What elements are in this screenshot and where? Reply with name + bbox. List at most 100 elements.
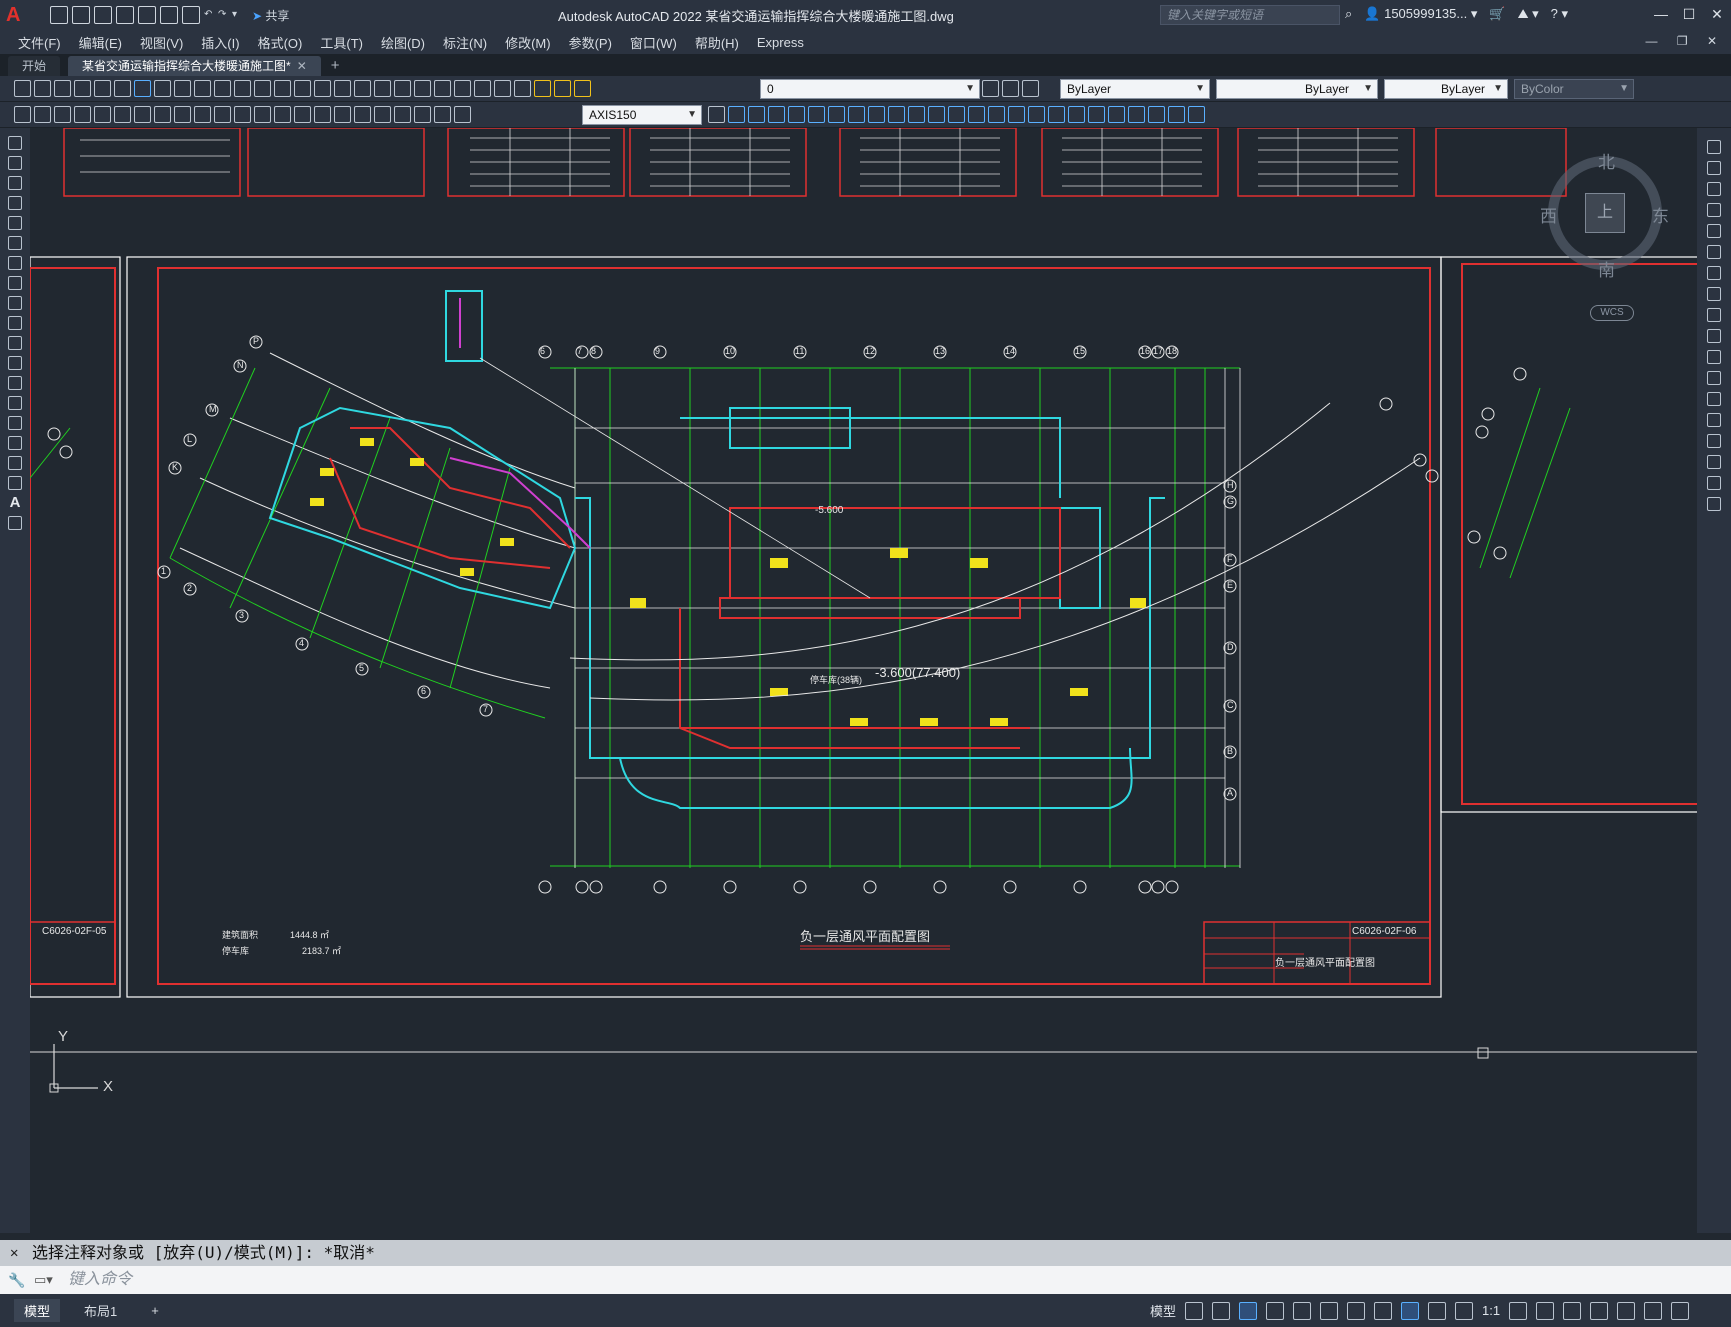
compass-south[interactable]: 南 [1598, 256, 1615, 281]
ucs-z-icon[interactable] [948, 106, 965, 123]
ucs-world-icon[interactable] [748, 106, 765, 123]
spline-icon[interactable] [8, 296, 22, 310]
pan-icon[interactable] [294, 80, 311, 97]
annotation-visibility-icon[interactable] [1455, 1301, 1474, 1320]
gradient-icon[interactable] [8, 436, 22, 450]
save-as-icon[interactable] [116, 6, 134, 24]
save-icon[interactable] [94, 6, 112, 24]
layer-previous-icon[interactable] [1002, 80, 1019, 97]
circle-icon[interactable] [8, 256, 22, 270]
trim-icon[interactable] [1707, 329, 1721, 343]
maximize-icon[interactable]: ☐ [1675, 0, 1703, 28]
menu-item[interactable]: 工具(T) [320, 33, 363, 52]
annotation-monitor-icon[interactable] [1536, 1301, 1555, 1320]
copy-object-icon[interactable] [1707, 161, 1721, 175]
menu-item[interactable]: 格式(O) [258, 33, 303, 52]
stretch-icon[interactable] [1707, 308, 1721, 322]
zoom-realtime-icon[interactable] [314, 80, 331, 97]
view-nw-iso-icon[interactable] [1168, 106, 1185, 123]
autocad-logo-icon[interactable]: A [6, 3, 30, 27]
menu-item[interactable]: 插入(I) [201, 33, 239, 52]
tab-layout1[interactable]: 布局1 [74, 1299, 127, 1322]
undo-icon[interactable] [254, 80, 271, 97]
wcs-menu[interactable]: WCS [1590, 305, 1634, 321]
match-properties-icon[interactable] [214, 80, 231, 97]
ucs-icon[interactable] [728, 106, 745, 123]
view-back-icon[interactable] [1088, 106, 1105, 123]
viewcube-top-face[interactable]: 上 [1585, 193, 1625, 233]
customize-qat-icon[interactable]: ▾ [232, 6, 242, 24]
color-dropdown[interactable]: ByLayer ▼ [1060, 79, 1210, 99]
copy-icon[interactable] [174, 80, 191, 97]
plot-icon[interactable] [182, 6, 200, 24]
customization-menu-icon[interactable] [1671, 1301, 1690, 1320]
menu-item[interactable]: 视图(V) [140, 33, 183, 52]
cut-icon[interactable] [154, 80, 171, 97]
open-icon[interactable] [72, 6, 90, 24]
qnew-icon[interactable] [14, 80, 31, 97]
object-snap-tracking-icon[interactable] [1320, 1301, 1339, 1320]
model-space-button[interactable]: 模型 [1150, 1301, 1176, 1320]
ucs-face-icon[interactable] [788, 106, 805, 123]
layer-lock-icon[interactable] [574, 80, 591, 97]
viewcube[interactable]: 北 南 东 西 上 [1540, 148, 1670, 281]
ucs-x-icon[interactable] [908, 106, 925, 123]
ellipse-icon[interactable] [8, 316, 22, 330]
explode-icon[interactable] [1707, 497, 1721, 511]
menu-item[interactable]: 文件(F) [18, 33, 61, 52]
workspace-gear-icon[interactable] [1509, 1301, 1528, 1320]
isodraft-icon[interactable] [1293, 1301, 1312, 1320]
lineweight-dropdown[interactable]: ByLayer ▼ [1384, 79, 1508, 99]
move-icon[interactable] [1707, 245, 1721, 259]
tab-model[interactable]: 模型 [14, 1299, 61, 1322]
join-icon[interactable] [1707, 413, 1721, 427]
jogged-dim-icon[interactable] [174, 106, 191, 123]
camera-icon[interactable] [1188, 106, 1205, 123]
save-icon[interactable] [34, 106, 51, 123]
ucs-y-icon[interactable] [928, 106, 945, 123]
close-tab-icon[interactable]: ✕ [297, 59, 307, 73]
mtext-icon[interactable]: A [8, 495, 22, 510]
help-icon[interactable]: ? ▾ [1551, 6, 1568, 22]
jogged-linear-icon[interactable] [394, 106, 411, 123]
extend-icon[interactable] [1707, 350, 1721, 364]
view-bottom-icon[interactable] [1008, 106, 1025, 123]
scale-icon[interactable] [1707, 287, 1721, 301]
cart-icon[interactable]: 🛒 [1489, 6, 1505, 22]
units-icon[interactable] [1563, 1301, 1582, 1320]
ucs-object-icon[interactable] [808, 106, 825, 123]
rotate-icon[interactable] [1707, 266, 1721, 280]
baseline-dim-icon[interactable] [254, 106, 271, 123]
menu-item[interactable]: Express [757, 35, 804, 50]
inspection-icon[interactable] [374, 106, 391, 123]
clean-screen-icon[interactable] [1644, 1301, 1663, 1320]
tab-start[interactable]: 开始 [8, 56, 61, 76]
ucs-3point-icon[interactable] [888, 106, 905, 123]
point-icon[interactable] [8, 396, 22, 410]
compass-north[interactable]: 北 [1598, 148, 1615, 173]
arc-length-icon[interactable] [114, 106, 131, 123]
ucs-origin-icon[interactable] [848, 106, 865, 123]
plot-icon[interactable] [14, 106, 31, 123]
ortho-icon[interactable] [1239, 1301, 1258, 1320]
construction-line-icon[interactable] [8, 156, 22, 170]
insert-block-icon[interactable] [8, 356, 22, 370]
redo-icon[interactable] [274, 80, 291, 97]
dimstyle-manager-icon[interactable] [708, 106, 725, 123]
ucs-view-icon[interactable] [828, 106, 845, 123]
publish-icon[interactable] [54, 106, 71, 123]
ellipse-arc-icon[interactable] [8, 336, 22, 350]
layer-freeze-icon[interactable] [554, 80, 571, 97]
calculator-icon[interactable] [474, 80, 491, 97]
dimstyle-dropdown[interactable]: AXIS150 ▼ [582, 105, 702, 125]
tab-document[interactable]: 某省交通运输指挥综合大楼暖通施工图* ✕ [68, 56, 321, 76]
make-block-icon[interactable] [8, 376, 22, 390]
layer-dropdown[interactable]: 0 ▼ [760, 79, 980, 99]
dim-break-icon[interactable] [314, 106, 331, 123]
ucs-z-vector-icon[interactable] [868, 106, 885, 123]
close-command-line-icon[interactable]: ✕ [10, 1240, 18, 1266]
design-center-icon[interactable] [394, 80, 411, 97]
new-tab-button[interactable]: + [331, 56, 340, 76]
view-right-icon[interactable] [1048, 106, 1065, 123]
table-icon[interactable] [8, 476, 22, 490]
